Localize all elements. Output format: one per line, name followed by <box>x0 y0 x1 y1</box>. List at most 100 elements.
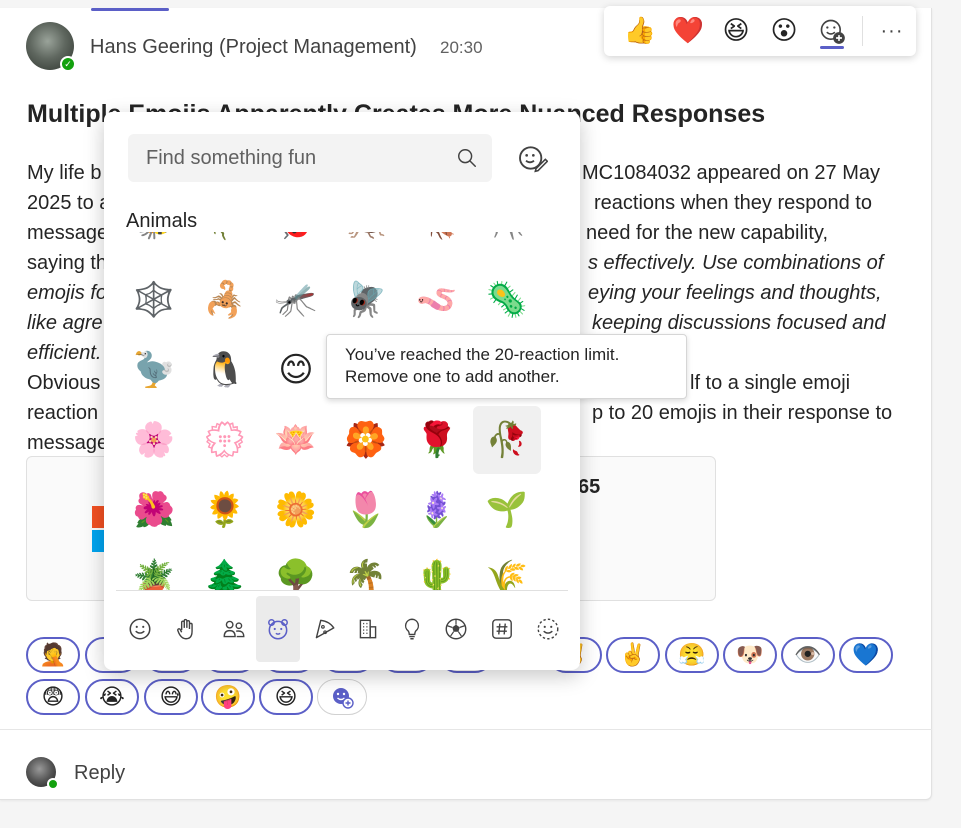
emoji-cell[interactable]: 🪱 <box>403 266 471 334</box>
reaction-pill[interactable]: 😆 <box>259 679 313 715</box>
category-people-tab[interactable] <box>212 596 256 662</box>
emoji-cell[interactable]: 🪰 <box>332 266 400 334</box>
category-smileys-tab[interactable] <box>118 596 162 662</box>
emoji-cell[interactable]: 🏵️ <box>332 406 400 474</box>
category-hands-tab[interactable] <box>164 596 208 662</box>
laugh-reaction-button[interactable]: 😆 <box>712 11 760 51</box>
emoji-cell[interactable]: 🐞 <box>262 232 330 256</box>
custom-emoji-edit-icon[interactable] <box>516 142 548 174</box>
toolbar-divider <box>862 16 863 46</box>
emoji-cell[interactable]: 😊 <box>262 336 330 404</box>
emoji-cell[interactable]: 🌻 <box>191 476 259 544</box>
people-icon <box>223 620 245 638</box>
emoji-cell[interactable]: 🪴 <box>120 544 188 590</box>
body-line-left: saying th <box>27 252 108 274</box>
lightbulb-icon <box>404 618 420 640</box>
current-user-avatar <box>26 757 59 790</box>
picker-divider <box>116 590 568 591</box>
more-reactions-button[interactable] <box>808 11 856 51</box>
soccer-ball-icon <box>445 618 467 640</box>
emoji-cell[interactable]: 🪷 <box>262 406 330 474</box>
emoji-cell[interactable]: 🪳 <box>403 232 471 256</box>
emoji-cell[interactable]: 🌷 <box>332 476 400 544</box>
emoji-cell[interactable]: 🪻 <box>403 476 471 544</box>
hashtag-icon <box>492 619 512 639</box>
reaction-pill[interactable]: 😤 <box>665 637 719 673</box>
emoji-cell[interactable]: 🦠 <box>473 266 541 334</box>
body-line-right: p to 20 emojis in their response to <box>592 402 893 424</box>
like-reaction-button[interactable]: 👍 <box>616 11 664 51</box>
link-preview-title: 65 <box>578 476 601 498</box>
author-name: Hans Geering (Project Management) <box>90 36 417 58</box>
emoji-cell[interactable]: 🌱 <box>473 476 541 544</box>
emoji-cell[interactable]: 🪲 <box>191 232 259 256</box>
building-icon <box>359 619 377 639</box>
reaction-pill[interactable]: 😅 <box>144 679 198 715</box>
emoji-cell[interactable]: 🦂 <box>191 266 259 334</box>
reply-divider <box>0 729 932 730</box>
reaction-pill[interactable]: 😨 <box>26 679 80 715</box>
reaction-pill[interactable]: ✌️ <box>606 637 660 673</box>
category-symbols-tab[interactable] <box>480 596 524 662</box>
category-activities-tab[interactable] <box>434 596 478 662</box>
emoji-cell[interactable]: 🕸️ <box>120 266 188 334</box>
emoji-cell[interactable]: 🌹 <box>403 406 471 474</box>
body-line-left: Obvious <box>27 372 101 394</box>
body-line-left: 2025 to a <box>27 192 111 214</box>
message-time: 20:30 <box>440 38 483 57</box>
emoji-cell-hovered[interactable]: 🥀 <box>473 406 541 474</box>
emoji-cell[interactable]: 🌳 <box>262 544 330 590</box>
reaction-pill[interactable]: 😭 <box>85 679 139 715</box>
category-objects-tab[interactable] <box>390 596 434 662</box>
emoji-add-icon <box>820 19 845 44</box>
emoji-cell[interactable]: 🐝 <box>120 232 188 256</box>
add-reaction-button[interactable] <box>317 679 367 715</box>
emoji-cell[interactable]: 🌺 <box>120 476 188 544</box>
emoji-cell[interactable]: 🌾 <box>473 544 541 590</box>
reaction-pill[interactable]: 💙 <box>839 637 893 673</box>
reaction-pill[interactable]: 🤦 <box>26 637 80 673</box>
bear-face-icon <box>268 619 288 640</box>
emoji-section-label: Animals <box>126 210 198 232</box>
reaction-pill[interactable]: 🐶 <box>723 637 777 673</box>
emoji-cell[interactable]: 🦗 <box>332 232 400 256</box>
category-animals-tab[interactable] <box>256 596 300 662</box>
reaction-pill[interactable]: 👁️ <box>781 637 835 673</box>
tooltip-line: You’ve reached the 20-reaction limit. <box>345 345 620 364</box>
emoji-cell[interactable]: 💮 <box>191 406 259 474</box>
category-custom-tab[interactable] <box>526 596 570 662</box>
reaction-limit-tooltip: You’ve reached the 20-reaction limit. Re… <box>326 334 687 399</box>
message-actions-bar: 👍 ❤️ 😆 😮 ··· <box>604 6 916 56</box>
emoji-cell[interactable]: 🦤 <box>120 336 188 404</box>
hand-icon <box>177 618 193 640</box>
reply-button[interactable]: Reply <box>74 762 125 785</box>
body-line-right: need for the new capability, <box>586 222 829 244</box>
emoji-grid: 🐝 🪲 🐞 🦗 🪳 🕷️ 🕸️ 🦂 🦟 🪰 🪱 🦠 🦤 🐧 😊 🌸 💮 🪷 🏵️… <box>116 232 566 590</box>
active-indicator <box>91 8 169 11</box>
search-icon[interactable] <box>456 147 478 169</box>
heart-reaction-button[interactable]: ❤️ <box>664 11 712 51</box>
body-line-right: s effectively. Use combinations of <box>588 252 884 274</box>
emoji-cell[interactable]: 🌴 <box>332 544 400 590</box>
emoji-cell[interactable]: 🌸 <box>120 406 188 474</box>
emoji-cell[interactable]: 🌲 <box>191 544 259 590</box>
emoji-cell[interactable]: 🌼 <box>262 476 330 544</box>
emoji-search-input[interactable] <box>146 134 446 182</box>
surprised-reaction-button[interactable]: 😮 <box>760 11 808 51</box>
reaction-pill[interactable]: 🤪 <box>201 679 255 715</box>
tooltip-line: Remove one to add another. <box>345 367 560 386</box>
category-food-tab[interactable] <box>302 596 346 662</box>
body-line-left: My life b <box>27 162 102 184</box>
emoji-cell[interactable]: 🕷️ <box>473 232 541 256</box>
emoji-cell[interactable]: 🐧 <box>191 336 259 404</box>
category-places-tab[interactable] <box>346 596 390 662</box>
more-options-button[interactable]: ··· <box>869 20 915 43</box>
author-avatar[interactable]: ✓ <box>26 22 76 72</box>
body-line-right: MC1084032 appeared on 27 May <box>582 162 880 184</box>
emoji-cell[interactable]: 🌵 <box>403 544 471 590</box>
body-line-left: message <box>27 432 109 454</box>
emoji-cell[interactable]: 🦟 <box>262 266 330 334</box>
body-line-left: emojis fo <box>27 282 108 304</box>
body-line-right: eying your feelings and thoughts, <box>588 282 882 304</box>
smiley-icon <box>129 618 151 640</box>
